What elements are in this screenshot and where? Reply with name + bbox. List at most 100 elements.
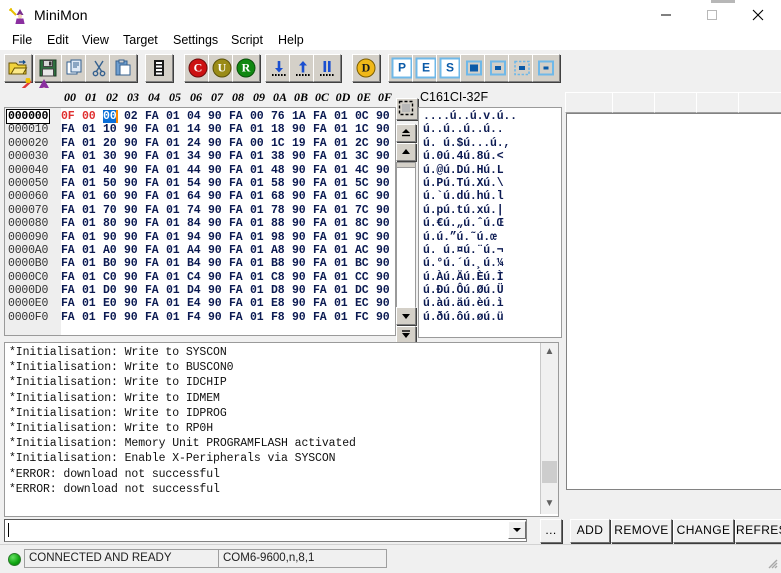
hex-byte-cell[interactable]: 90: [376, 110, 390, 123]
hex-row[interactable]: 000080 FA 01 80 90 FA 01 84 90 FA 01 88 90 FA 01 8C 90: [5, 217, 395, 230]
hex-byte-cell[interactable]: 90: [292, 204, 306, 217]
hex-byte-cell[interactable]: 90: [376, 257, 390, 270]
hex-byte-cell[interactable]: D0: [103, 284, 117, 297]
reset-icon[interactable]: R: [232, 54, 260, 82]
hex-byte-cell[interactable]: 01: [334, 311, 348, 324]
hex-byte-cell[interactable]: 01: [82, 231, 96, 244]
hex-byte-cell[interactable]: 90: [208, 271, 222, 284]
hex-byte-cell[interactable]: 01: [334, 231, 348, 244]
hex-byte-cell[interactable]: FA: [229, 137, 243, 150]
menu-target[interactable]: Target: [117, 31, 164, 49]
hex-byte-cell[interactable]: FA: [229, 257, 243, 270]
hex-byte-cell[interactable]: 01: [334, 297, 348, 310]
hex-byte-cell[interactable]: 90: [208, 244, 222, 257]
hex-byte-cell[interactable]: 5C: [355, 177, 369, 190]
hex-byte-cell[interactable]: 90: [208, 231, 222, 244]
ascii-panel[interactable]: ....ú..ú.v.ú.. ú..ú..ú..ú.. ú. ú.$ú...ú., ú…: [418, 107, 562, 338]
memory-icon[interactable]: [145, 54, 173, 82]
hex-byte-cell[interactable]: 90: [208, 217, 222, 230]
hex-byte-cell[interactable]: 1C: [355, 123, 369, 136]
log-scroll-thumb[interactable]: [542, 461, 557, 483]
hex-byte-cell[interactable]: 01: [166, 257, 180, 270]
hex-row[interactable]: 000050 FA 01 50 90 FA 01 54 90 FA 01 58 90 FA 01 5C 90: [5, 177, 395, 190]
hex-byte-cell[interactable]: 90: [208, 150, 222, 163]
hex-byte-cell[interactable]: 01: [250, 284, 264, 297]
hex-byte-cell[interactable]: FA: [61, 284, 75, 297]
hex-byte-cell[interactable]: 90: [124, 150, 138, 163]
hex-byte-cell[interactable]: 01: [250, 217, 264, 230]
hex-byte-cell[interactable]: 01: [166, 110, 180, 123]
hex-byte-cell[interactable]: 01: [250, 150, 264, 163]
hex-byte-cell[interactable]: 01: [82, 271, 96, 284]
hex-byte-cell[interactable]: FA: [145, 311, 159, 324]
hex-byte-cell[interactable]: 30: [103, 150, 117, 163]
hex-row[interactable]: 0000E0 FA 01 E0 90 FA 01 E4 90 FA 01 E8 90 FA 01 EC 90: [5, 297, 395, 310]
hex-byte-cell[interactable]: 01: [334, 164, 348, 177]
hex-byte-cell[interactable]: 01: [334, 284, 348, 297]
hex-byte-cell[interactable]: 4C: [355, 164, 369, 177]
hex-byte-cell[interactable]: 01: [334, 257, 348, 270]
chevron-down-icon[interactable]: [508, 521, 526, 539]
hex-byte-cell[interactable]: 98: [271, 231, 285, 244]
add-button[interactable]: ADD: [570, 519, 610, 543]
hex-body[interactable]: 000000 0F 00 00 02 FA 01 04 90 FA 00 76 1A FA 01 0C 90 00…: [4, 107, 396, 336]
hex-byte-cell[interactable]: 90: [124, 297, 138, 310]
hex-byte-cell[interactable]: FA: [61, 217, 75, 230]
hex-byte-cell[interactable]: 01: [82, 190, 96, 203]
menu-edit[interactable]: Edit: [41, 31, 75, 49]
hex-editor[interactable]: 00 01 02 03 04 05 06 07 08 09 0A 0B 0C 0…: [4, 88, 396, 336]
hex-byte-cell[interactable]: FA: [61, 137, 75, 150]
hex-byte-cell[interactable]: 00: [250, 137, 264, 150]
hex-byte-cell[interactable]: A4: [187, 244, 201, 257]
hex-byte-cell[interactable]: 90: [376, 137, 390, 150]
ascii-row[interactable]: ú.ðú.ôú.øú.ü: [419, 311, 561, 324]
hex-byte-cell[interactable]: 01: [334, 190, 348, 203]
minimize-button[interactable]: [643, 0, 689, 30]
pause-icon[interactable]: [313, 54, 341, 82]
hex-byte-cell[interactable]: FA: [145, 110, 159, 123]
hex-byte-cell[interactable]: 74: [187, 204, 201, 217]
hex-byte-cell[interactable]: 01: [250, 271, 264, 284]
hex-byte-cell[interactable]: 01: [166, 137, 180, 150]
hex-byte-cell[interactable]: FA: [145, 177, 159, 190]
hex-byte-cell[interactable]: 20: [103, 137, 117, 150]
list-column-header-5[interactable]: [738, 92, 781, 113]
hex-byte-cell[interactable]: 78: [271, 204, 285, 217]
hex-byte-cell[interactable]: 01: [82, 244, 96, 257]
hex-byte-cell[interactable]: 01: [250, 257, 264, 270]
ascii-row[interactable]: ú.°ú.´ú.¸ú.¼: [419, 257, 561, 270]
hex-byte-cell[interactable]: 8C: [355, 217, 369, 230]
hex-byte-cell[interactable]: 90: [208, 137, 222, 150]
ascii-row[interactable]: ....ú..ú.v.ú..: [419, 110, 561, 123]
ascii-row[interactable]: ú.Àú.Äú.Èú.Ì: [419, 271, 561, 284]
hex-byte-cell[interactable]: FA: [61, 177, 75, 190]
hex-byte-cell[interactable]: FA: [229, 297, 243, 310]
hex-byte-cell[interactable]: FA: [229, 190, 243, 203]
hex-byte-cell[interactable]: 01: [166, 297, 180, 310]
hex-byte-cell[interactable]: FA: [145, 231, 159, 244]
hex-byte-cell[interactable]: 01: [82, 204, 96, 217]
hex-byte-cell[interactable]: 90: [376, 123, 390, 136]
hex-byte-cell[interactable]: C0: [103, 271, 117, 284]
hex-byte-cell[interactable]: 6C: [355, 190, 369, 203]
hex-row[interactable]: 000060 FA 01 60 90 FA 01 64 90 FA 01 68 90 FA 01 6C 90: [5, 190, 395, 203]
ascii-row[interactable]: ú. ú.$ú...ú.,: [419, 137, 561, 150]
hex-byte-cell[interactable]: 01: [166, 204, 180, 217]
hex-byte-cell[interactable]: FA: [145, 297, 159, 310]
hex-byte-cell[interactable]: 1A: [292, 110, 306, 123]
hex-byte-cell[interactable]: 19: [292, 137, 306, 150]
hex-byte-cell[interactable]: 90: [376, 190, 390, 203]
hex-byte-cell[interactable]: AC: [355, 244, 369, 257]
hex-byte-cell[interactable]: FA: [145, 150, 159, 163]
ascii-row[interactable]: ú.àú.äú.èú.ì: [419, 297, 561, 310]
hex-byte-cell[interactable]: 90: [124, 204, 138, 217]
ascii-row[interactable]: ú.€ú.„ú.ˆú.Œ: [419, 217, 561, 230]
hex-byte-cell[interactable]: 01: [166, 271, 180, 284]
hex-byte-cell[interactable]: 18: [271, 123, 285, 136]
ascii-row[interactable]: ú..ú..ú..ú..: [419, 123, 561, 136]
hex-byte-cell[interactable]: 90: [124, 231, 138, 244]
log-panel[interactable]: *Initialisation: Write to SYSCON *Initial…: [4, 342, 559, 517]
hex-byte-cell[interactable]: 01: [250, 311, 264, 324]
hex-byte-cell[interactable]: 90: [292, 217, 306, 230]
hex-byte-cell[interactable]: FA: [61, 244, 75, 257]
